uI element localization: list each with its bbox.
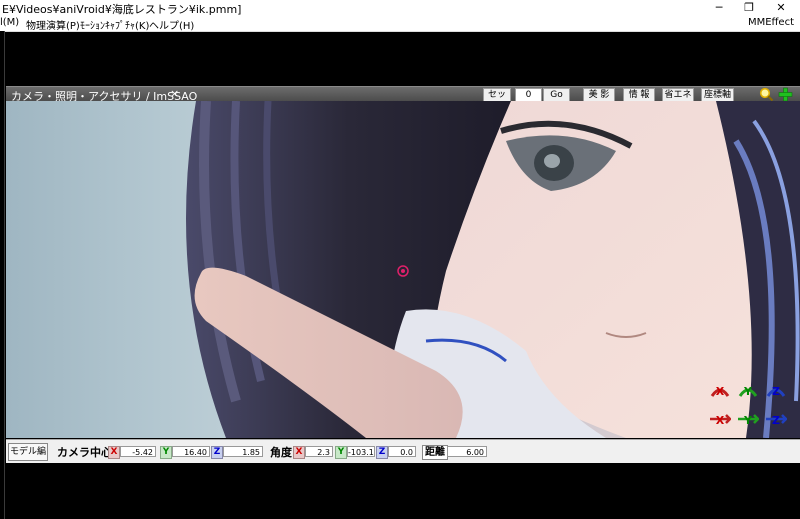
go-button[interactable]: Go	[543, 88, 570, 102]
viewport-header: カメラ・照明・アクセサリ / ImSSAO × セット 0 Go 美 影 情 報…	[6, 86, 800, 112]
window-title: E¥Videos¥aniVroid¥海底レストラン¥ik.pmm]	[2, 3, 242, 16]
menu-item-help[interactable]: ヘルプ(H)	[149, 17, 194, 32]
angle-y-field[interactable]: -103.1	[347, 446, 375, 457]
menu-item-mmeffect[interactable]: MMEffect	[748, 17, 794, 28]
center-z-field[interactable]: 1.85	[223, 446, 263, 457]
close-button[interactable]: ✕	[766, 0, 796, 16]
set-button[interactable]: セット	[483, 88, 511, 112]
center-x-axis-label: X	[108, 446, 120, 459]
menu-item-motion-capture[interactable]: ﾓｰｼｮﾝｷｬﾌﾟﾁｬ(K)	[80, 17, 149, 32]
angle-x-field[interactable]: 2.3	[305, 446, 333, 457]
maximize-button[interactable]: ❐	[734, 0, 764, 16]
svg-text:Y: Y	[743, 414, 753, 427]
model-edit-button[interactable]: モデル編	[8, 443, 48, 461]
minimize-button[interactable]: ─	[704, 0, 734, 16]
menu-item-physics[interactable]: 物理演算(P)	[26, 17, 80, 32]
move-x-icon[interactable]: X	[709, 410, 731, 428]
center-y-axis-label: Y	[160, 446, 172, 459]
move-y-icon[interactable]: Y	[737, 410, 759, 428]
camera-control-bar: モデル編 カメラ中心 X -5.42 Y 16.40 Z 1.85 角度 X 2…	[6, 439, 800, 463]
eco-mode-button[interactable]: 省エネ	[662, 88, 694, 102]
rotate-y-icon[interactable]: Y	[737, 382, 759, 400]
rotate-z-icon[interactable]: Z	[765, 382, 787, 400]
menu-item-model[interactable]: l(M)	[0, 17, 19, 28]
distance-label: 距離	[422, 445, 448, 460]
distance-field[interactable]: 6.00	[447, 446, 487, 457]
menu-bar: l(M) 物理演算(P) ﾓｰｼｮﾝｷｬﾌﾟﾁｬ(K) ヘルプ(H) MMEff…	[0, 16, 800, 32]
title-bar: E¥Videos¥aniVroid¥海底レストラン¥ik.pmm] ─ ❐ ✕	[0, 0, 800, 16]
center-y-field[interactable]: 16.40	[172, 446, 210, 457]
info-button[interactable]: 情 報	[623, 88, 655, 102]
angle-y-axis-label: Y	[335, 446, 347, 459]
angle-z-axis-label: Z	[376, 446, 388, 459]
beautify-shadow-button[interactable]: 美 影	[583, 88, 615, 102]
3d-viewport[interactable]: local X Y Z X Y Z	[6, 101, 800, 438]
coordinate-axis-button[interactable]: 座標軸	[701, 88, 734, 102]
angle-x-axis-label: X	[293, 446, 305, 459]
add-icon[interactable]	[778, 87, 793, 102]
angle-z-field[interactable]: 0.0	[388, 446, 416, 457]
move-z-icon[interactable]: Z	[765, 410, 787, 428]
frame-input[interactable]: 0	[515, 88, 542, 102]
center-x-field[interactable]: -5.42	[120, 446, 156, 457]
angle-label: 角度	[270, 446, 292, 459]
svg-text:X: X	[716, 414, 725, 427]
svg-text:X: X	[716, 385, 725, 398]
left-panel-edge	[0, 31, 5, 519]
zoom-icon[interactable]	[759, 87, 774, 102]
svg-text:Y: Y	[743, 385, 753, 398]
camera-center-label: カメラ中心	[57, 446, 112, 459]
center-z-axis-label: Z	[211, 446, 223, 459]
svg-text:Z: Z	[772, 414, 780, 427]
viewport-close-icon[interactable]: ×	[170, 87, 179, 100]
scene-render	[186, 101, 800, 438]
rotate-x-icon[interactable]: X	[709, 382, 731, 400]
svg-text:Z: Z	[772, 385, 780, 398]
